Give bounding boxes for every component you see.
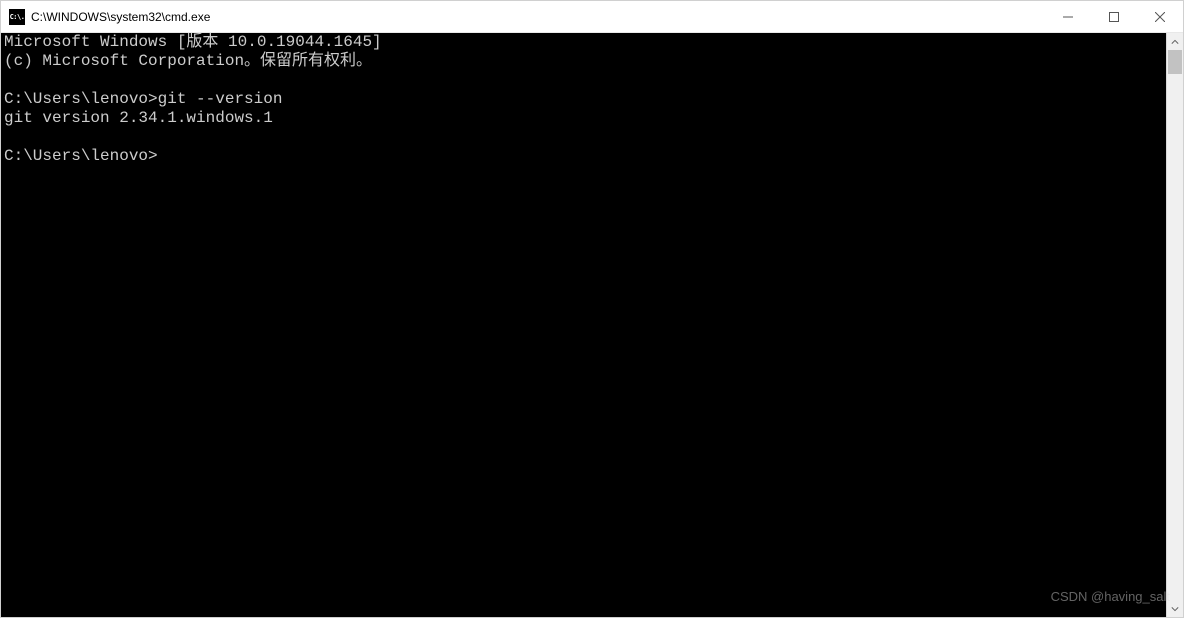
scroll-down-button[interactable] xyxy=(1167,600,1183,617)
chevron-down-icon xyxy=(1171,605,1179,613)
close-icon xyxy=(1155,12,1165,22)
terminal-line: git version 2.34.1.windows.1 xyxy=(4,109,1163,128)
terminal-output[interactable]: Microsoft Windows [版本 10.0.19044.1645](c… xyxy=(1,33,1166,617)
app-icon: C:\. xyxy=(9,9,25,25)
maximize-icon xyxy=(1109,12,1119,22)
vertical-scrollbar[interactable] xyxy=(1166,33,1183,617)
app-icon-text: C:\. xyxy=(10,13,25,21)
minimize-icon xyxy=(1063,12,1073,22)
scroll-thumb[interactable] xyxy=(1168,50,1182,74)
scroll-track[interactable] xyxy=(1167,50,1183,600)
titlebar[interactable]: C:\. C:\WINDOWS\system32\cmd.exe xyxy=(1,1,1183,33)
terminal-line xyxy=(4,128,1163,147)
cmd-window: C:\. C:\WINDOWS\system32\cmd.exe Microso… xyxy=(0,0,1184,618)
window-title: C:\WINDOWS\system32\cmd.exe xyxy=(31,10,1045,24)
window-controls xyxy=(1045,1,1183,32)
terminal-line: (c) Microsoft Corporation。保留所有权利。 xyxy=(4,52,1163,71)
maximize-button[interactable] xyxy=(1091,1,1137,32)
scroll-up-button[interactable] xyxy=(1167,33,1183,50)
terminal-line: Microsoft Windows [版本 10.0.19044.1645] xyxy=(4,33,1163,52)
terminal-line xyxy=(4,71,1163,90)
terminal-line: C:\Users\lenovo>git --version xyxy=(4,90,1163,109)
content-wrapper: Microsoft Windows [版本 10.0.19044.1645](c… xyxy=(1,33,1183,617)
minimize-button[interactable] xyxy=(1045,1,1091,32)
close-button[interactable] xyxy=(1137,1,1183,32)
chevron-up-icon xyxy=(1171,38,1179,46)
terminal-line: C:\Users\lenovo> xyxy=(4,147,1163,166)
